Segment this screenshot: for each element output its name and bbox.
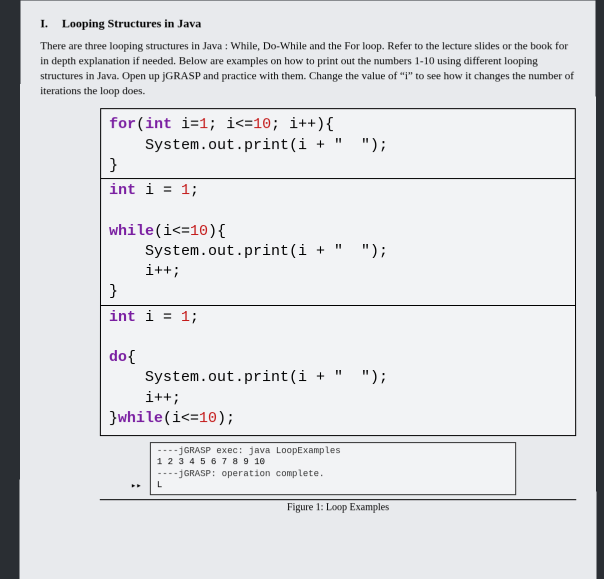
output-box: ▸▸ ----jGRASP exec: java LoopExamples 1 …: [150, 442, 516, 495]
section-heading: I. Looping Structures in Java: [40, 16, 575, 31]
output-line: 1 2 3 4 5 6 7 8 9 10: [157, 457, 509, 468]
code-line: i++;: [109, 263, 181, 280]
document-page: I. Looping Structures in Java There are …: [20, 0, 597, 579]
code-line: System.out.print(i + " ");: [109, 243, 388, 260]
kw-int: int: [109, 182, 136, 199]
output-cursor: L: [157, 480, 509, 491]
code-line: System.out.print(i + " ");: [109, 137, 388, 154]
kw-while: while: [109, 223, 154, 240]
kw-do: do: [109, 349, 127, 366]
figure-caption: Figure 1: Loop Examples: [100, 499, 576, 513]
divider: [101, 305, 575, 306]
kw-while: while: [118, 410, 163, 427]
intro-paragraph: There are three looping structures in Ja…: [40, 39, 576, 98]
code-box: for(int i=1; i<=10; i++){ System.out.pri…: [100, 109, 576, 437]
code-line: i++;: [109, 390, 181, 407]
code-line: }: [109, 157, 118, 174]
heading-title: Looping Structures in Java: [62, 16, 201, 31]
code-line: System.out.print(i + " ");: [109, 369, 388, 386]
kw-int: int: [109, 309, 136, 326]
divider: [101, 178, 575, 179]
heading-number: I.: [40, 16, 48, 31]
kw-int: int: [145, 117, 172, 134]
code-line: }: [109, 283, 118, 300]
output-line: ----jGRASP: operation complete.: [157, 469, 509, 480]
output-marker: ▸▸: [131, 481, 142, 492]
output-line: ----jGRASP exec: java LoopExamples: [157, 446, 509, 457]
kw-for: for: [109, 117, 136, 134]
